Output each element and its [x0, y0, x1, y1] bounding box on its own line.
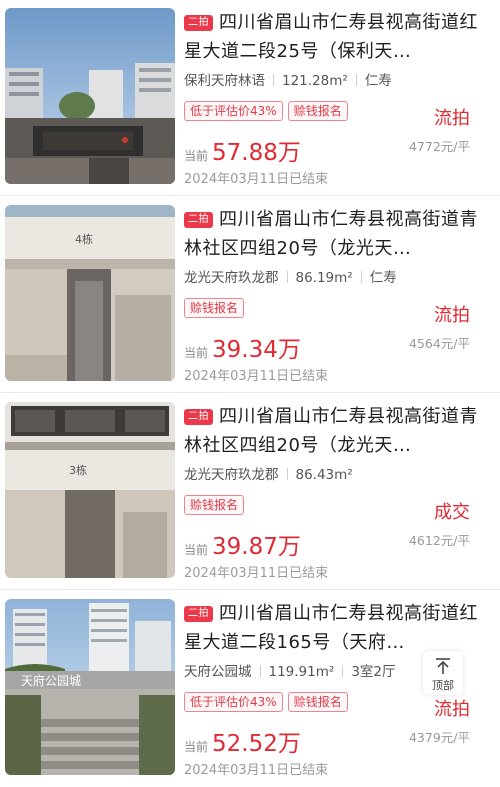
unit-price: 4379元/平: [408, 730, 470, 745]
price-row: 当前 39.87万: [184, 527, 301, 560]
current-price: 39.34万: [212, 337, 301, 363]
meta-separator: [286, 468, 288, 480]
room-layout: 3室2厅: [351, 664, 396, 680]
floor-area: 121.28m²: [282, 73, 348, 89]
auction-round-badge: 二拍: [184, 409, 213, 425]
community-name: 龙光天府玖龙郡: [184, 270, 279, 286]
auction-status: 流拍: [434, 108, 470, 129]
installment-tag: 赊钱报名: [287, 692, 348, 712]
price-label: 当前: [184, 543, 209, 557]
listing-photo[interactable]: 天府公园城: [5, 599, 175, 775]
current-price: 52.52万: [212, 731, 301, 757]
tag-list: 低于评估价43% 赊钱报名: [184, 100, 353, 122]
auction-round-badge: 二拍: [184, 15, 213, 31]
price-row: 当前 39.34万: [184, 330, 301, 363]
discount-tag: 低于评估价43%: [184, 101, 283, 121]
back-to-top-button[interactable]: 顶部: [423, 651, 463, 695]
district: 仁寿: [369, 270, 397, 286]
current-price: 39.87万: [212, 534, 301, 560]
listing-photo[interactable]: 4栋: [5, 205, 175, 381]
district: 仁寿: [364, 73, 392, 89]
unit-price: 4564元/平: [408, 336, 470, 351]
listing-card[interactable]: 4栋 二拍 四川省眉山市仁寿县视高街道青林社区四组20号（龙光天… 龙光天府玖龙郡…: [0, 197, 500, 393]
listing-title-text: 四川省眉山市仁寿县视高街道青林社区四组20号（龙光天…: [184, 406, 478, 456]
building-number-label: 3栋: [69, 463, 87, 477]
auction-status: 流拍: [434, 699, 470, 720]
community-name: 保利天府林语: [184, 73, 265, 89]
price-row: 当前 52.52万: [184, 724, 301, 757]
tag-list: 赊钱报名: [184, 494, 249, 516]
building-number-label: 4栋: [75, 232, 93, 246]
floor-area: 86.19m²: [295, 270, 353, 286]
end-date: 2024年03月11日已结束: [184, 763, 329, 778]
meta-separator: [286, 271, 288, 283]
unit-price: 4612元/平: [408, 533, 470, 548]
community-sign: 天府公园城: [21, 673, 81, 688]
auction-round-badge: 二拍: [184, 606, 213, 622]
auction-status: 成交: [434, 502, 470, 523]
listing-meta: 龙光天府玖龙郡 86.43m²: [184, 464, 490, 486]
end-date: 2024年03月11日已结束: [184, 369, 329, 384]
meta-separator: [360, 271, 362, 283]
auction-status: 流拍: [434, 305, 470, 326]
meta-separator: [342, 665, 344, 677]
meta-separator: [273, 74, 274, 86]
listing-title[interactable]: 二拍 四川省眉山市仁寿县视高街道红星大道二段25号（保利天…: [184, 8, 490, 66]
back-to-top-label: 顶部: [432, 679, 454, 692]
installment-tag: 赊钱报名: [184, 495, 245, 515]
floor-area: 119.91m²: [268, 664, 335, 680]
listing-meta: 保利天府林语 121.28m² 仁寿: [184, 70, 490, 92]
listing-meta: 龙光天府玖龙郡 86.19m² 仁寿: [184, 267, 490, 289]
listing-card[interactable]: 3栋 二拍 四川省眉山市仁寿县视高街道青林社区四组20号（龙光天… 龙光天府玖龙郡…: [0, 394, 500, 590]
unit-price: 4772元/平: [408, 139, 470, 154]
listing-title-text: 四川省眉山市仁寿县视高街道青林社区四组20号（龙光天…: [184, 209, 478, 259]
current-price: 57.88万: [212, 140, 301, 166]
arrow-up-icon: [436, 658, 450, 674]
tag-list: 低于评估价43% 赊钱报名: [184, 691, 353, 713]
meta-separator: [259, 665, 261, 677]
price-row: 当前 57.88万: [184, 133, 301, 166]
discount-tag: 低于评估价43%: [184, 692, 283, 712]
community-name: 龙光天府玖龙郡: [184, 467, 279, 483]
end-date: 2024年03月11日已结束: [184, 172, 329, 187]
price-label: 当前: [184, 740, 209, 754]
community-name: 天府公园城: [184, 664, 252, 680]
installment-tag: 赊钱报名: [287, 101, 348, 121]
listing-title-text: 四川省眉山市仁寿县视高街道红星大道二段165号（天府…: [184, 603, 478, 653]
installment-tag: 赊钱报名: [184, 298, 245, 318]
card-divider: [0, 195, 500, 196]
card-divider: [0, 589, 500, 590]
listing-title[interactable]: 二拍 四川省眉山市仁寿县视高街道红星大道二段165号（天府…: [184, 599, 490, 657]
listing-title[interactable]: 二拍 四川省眉山市仁寿县视高街道青林社区四组20号（龙光天…: [184, 402, 490, 460]
meta-separator: [355, 74, 357, 86]
auction-round-badge: 二拍: [184, 212, 213, 228]
listing-title-text: 四川省眉山市仁寿县视高街道红星大道二段25号（保利天…: [184, 12, 478, 62]
price-label: 当前: [184, 346, 209, 360]
price-label: 当前: [184, 149, 209, 163]
card-divider: [0, 392, 500, 393]
end-date: 2024年03月11日已结束: [184, 566, 329, 581]
listing-photo[interactable]: [5, 8, 175, 184]
floor-area: 86.43m²: [295, 467, 353, 483]
listing-title[interactable]: 二拍 四川省眉山市仁寿县视高街道青林社区四组20号（龙光天…: [184, 205, 490, 263]
listing-card[interactable]: 二拍 四川省眉山市仁寿县视高街道红星大道二段25号（保利天… 保利天府林语 121.…: [0, 0, 500, 196]
listing-photo[interactable]: 3栋: [5, 402, 175, 578]
tag-list: 赊钱报名: [184, 297, 249, 319]
